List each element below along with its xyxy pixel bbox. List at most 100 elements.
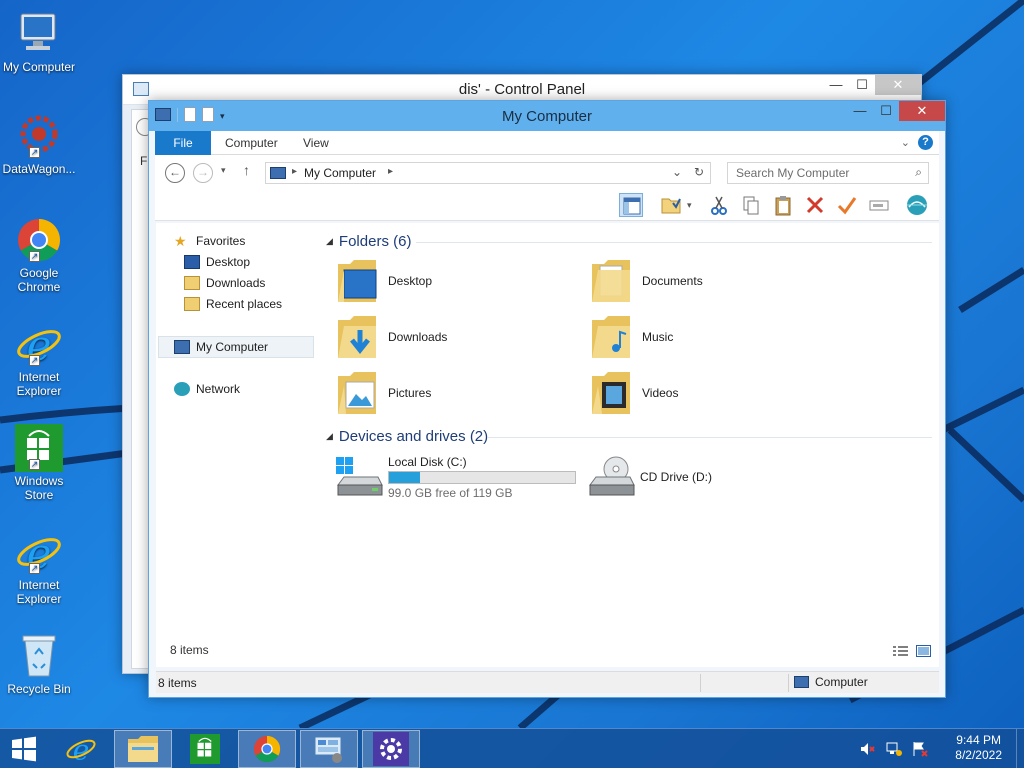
- rename-check-icon[interactable]: [835, 193, 859, 217]
- close-button[interactable]: ✕: [875, 75, 921, 95]
- svg-text:e: e: [73, 734, 90, 765]
- explorer-window[interactable]: ▾ My Computer — ☐ ✕ File Computer View ⌄…: [148, 100, 946, 698]
- breadcrumb-separator-icon[interactable]: ▸: [388, 166, 393, 177]
- star-icon: ★: [174, 233, 187, 249]
- network-globe-icon[interactable]: [905, 193, 929, 217]
- details-view-icon[interactable]: [893, 645, 908, 657]
- network-status-icon[interactable]: [886, 741, 902, 757]
- collapse-triangle-icon[interactable]: ◢: [326, 236, 333, 247]
- folder-item[interactable]: Pictures: [336, 367, 576, 419]
- computer-small-icon: [174, 340, 190, 354]
- nav-item-downloads[interactable]: Downloads: [184, 273, 265, 293]
- taskbar-store-button[interactable]: [176, 730, 234, 768]
- breadcrumb-my-computer[interactable]: My Computer: [304, 166, 376, 180]
- up-arrow-icon[interactable]: ↑: [243, 162, 250, 178]
- breadcrumb-separator-icon: ▸: [292, 166, 298, 177]
- refresh-icon[interactable]: ↻: [694, 165, 704, 179]
- rename-field-icon[interactable]: [867, 193, 891, 217]
- desktop-icon-label: My Computer: [2, 60, 76, 74]
- search-input[interactable]: Search My Computer: [736, 166, 849, 180]
- store-icon: ↗: [15, 424, 63, 472]
- large-icons-view-icon[interactable]: [916, 645, 931, 657]
- desktop-icon-recycle-bin[interactable]: Recycle Bin: [0, 632, 78, 696]
- nav-item-desktop[interactable]: Desktop: [184, 252, 250, 272]
- nav-item-network[interactable]: Network: [174, 379, 240, 399]
- clock-date: 8/2/2022: [955, 748, 1002, 762]
- minimize-button[interactable]: —: [847, 101, 873, 121]
- folder-item[interactable]: Videos: [590, 367, 830, 419]
- start-button[interactable]: [0, 730, 48, 768]
- collapse-triangle-icon[interactable]: ◢: [326, 431, 333, 442]
- toolbar-dropdown-icon[interactable]: ▾: [687, 193, 697, 217]
- shortcut-arrow-icon: ↗: [29, 251, 40, 262]
- folder-pictures-icon: [336, 368, 380, 418]
- desktop-icon-label: Internet Explorer: [16, 578, 62, 606]
- devices-group-header[interactable]: ◢ Devices and drives (2): [326, 428, 488, 445]
- help-icon[interactable]: ?: [918, 135, 933, 150]
- clock[interactable]: 9:44 PM 8/2/2022: [955, 733, 1002, 763]
- window-title: dis' - Control Panel: [458, 81, 586, 98]
- expand-ribbon-chevron-icon[interactable]: ⌄: [901, 136, 910, 149]
- desktop-icon-chrome[interactable]: ↗ Google Chrome: [0, 216, 78, 294]
- ie-icon: e ↗: [15, 320, 63, 370]
- cut-icon[interactable]: [707, 193, 731, 217]
- search-box[interactable]: Search My Computer ⌕: [727, 162, 929, 184]
- control-panel-icon: [314, 736, 342, 763]
- tab-file[interactable]: File: [155, 131, 211, 155]
- minimize-button[interactable]: —: [823, 75, 849, 95]
- folder-item[interactable]: Desktop: [336, 255, 576, 307]
- paste-icon[interactable]: [771, 193, 795, 217]
- nav-item-favorites[interactable]: ★ Favorites: [174, 231, 245, 251]
- desktop-icon-label: DataWagon...: [2, 162, 76, 176]
- nav-item-my-computer[interactable]: My Computer: [174, 337, 268, 357]
- drive-item-c[interactable]: Local Disk (C:) 99.0 GB free of 119 GB: [334, 451, 576, 503]
- volume-muted-icon[interactable]: [860, 741, 876, 757]
- preview-pane-icon[interactable]: [619, 193, 643, 217]
- folder-item[interactable]: Downloads: [336, 311, 576, 363]
- forward-button[interactable]: →: [193, 163, 213, 183]
- desktop-icon-label: Windows Store: [14, 474, 64, 502]
- maximize-button[interactable]: ☐: [873, 101, 899, 121]
- tab-computer[interactable]: Computer: [211, 131, 292, 155]
- properties-folder-icon[interactable]: [659, 193, 683, 217]
- desktop-icon-label: Recycle Bin: [7, 682, 71, 696]
- ie-icon: e ↗: [15, 528, 63, 578]
- folder-item[interactable]: Music: [590, 311, 830, 363]
- status-bar: 8 items Computer: [156, 671, 939, 693]
- tab-view[interactable]: View: [289, 131, 343, 155]
- drive-usage-fill: [389, 471, 421, 483]
- delete-icon[interactable]: [803, 193, 827, 217]
- taskbar-ie-button[interactable]: e: [52, 730, 110, 768]
- close-button[interactable]: ✕: [899, 101, 945, 121]
- folder-item[interactable]: Documents: [590, 255, 830, 307]
- content-pane: ◢ Folders (6) Desktop Documents Download…: [322, 223, 939, 667]
- folder-music-icon: [590, 312, 634, 362]
- desktop-icon-internet-explorer[interactable]: e ↗ Internet Explorer: [0, 320, 78, 398]
- file-explorer-icon: [128, 736, 158, 762]
- taskbar-control-panel-button[interactable]: [300, 730, 358, 768]
- folders-group-header[interactable]: ◢ Folders (6): [326, 233, 411, 250]
- search-icon[interactable]: ⌕: [915, 165, 922, 180]
- copy-icon[interactable]: [739, 193, 763, 217]
- recent-locations-icon[interactable]: ▾: [221, 165, 226, 176]
- address-dropdown-icon[interactable]: ⌄: [672, 165, 682, 179]
- action-center-icon[interactable]: [912, 741, 928, 757]
- taskbar-file-explorer-button[interactable]: [114, 730, 172, 768]
- drive-name: CD Drive (D:): [640, 470, 712, 484]
- chrome-icon: [253, 735, 281, 763]
- drive-item-d[interactable]: CD Drive (D:): [586, 451, 712, 503]
- desktop-icon-my-computer[interactable]: My Computer: [0, 10, 78, 74]
- nav-item-recent-places[interactable]: Recent places: [184, 294, 282, 314]
- maximize-button[interactable]: ☐: [849, 75, 875, 95]
- taskbar-chrome-button[interactable]: [238, 730, 296, 768]
- back-button[interactable]: ←: [165, 163, 185, 183]
- desktop-icon-datawagon[interactable]: ↗ DataWagon...: [0, 112, 78, 176]
- address-bar[interactable]: ▸ My Computer ▸ ⌄ ↻: [265, 162, 711, 184]
- group-divider: [488, 437, 932, 438]
- desktop-icon-windows-store[interactable]: ↗ Windows Store: [0, 424, 78, 502]
- show-desktop-button[interactable]: [1016, 729, 1024, 768]
- shortcut-arrow-icon: ↗: [29, 355, 40, 366]
- taskbar-settings-button[interactable]: [362, 730, 420, 768]
- desktop-icon-internet-explorer-2[interactable]: e ↗ Internet Explorer: [0, 528, 78, 606]
- explorer-titlebar[interactable]: ▾ My Computer — ☐ ✕: [149, 101, 945, 131]
